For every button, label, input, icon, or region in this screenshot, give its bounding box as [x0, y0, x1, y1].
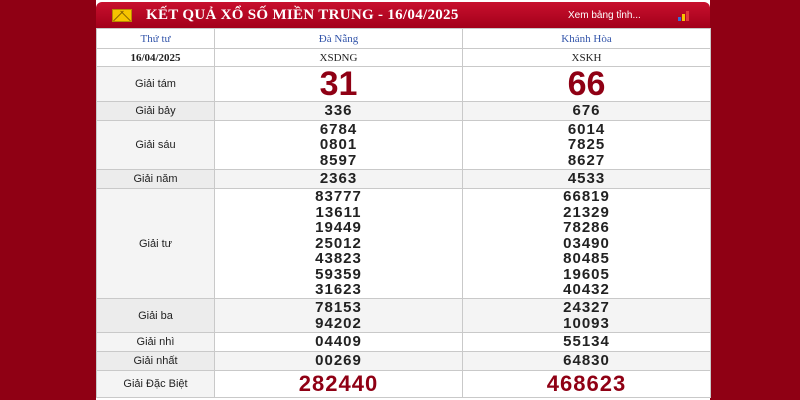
prize-numbers: 04409 — [214, 332, 463, 352]
prize-number: 55134 — [563, 333, 610, 351]
prize-numbers: 676 — [462, 101, 711, 121]
prize-number: 19449 — [315, 219, 362, 237]
view-provinces-link[interactable]: Xem bảng tỉnh... — [568, 10, 641, 21]
prize-label: Giải Đặc Biệt — [96, 370, 215, 398]
prize-row: Giải bảy 336 676 — [96, 101, 711, 121]
prize-number: 10093 — [563, 314, 610, 332]
prize-numbers: 282440 — [214, 370, 463, 398]
prize-number: 78286 — [563, 219, 610, 237]
draw-date: 16/04/2025 — [96, 48, 215, 67]
prize-numbers: 78153 94202 — [214, 298, 463, 333]
prize-row: Giải tám 31 66 — [96, 65, 711, 103]
prize-number: 25012 — [315, 234, 362, 252]
prize-label: Giải nhất — [96, 351, 215, 371]
province-code-khanhhoa: XSKH — [462, 48, 711, 67]
prize-number: 04409 — [315, 333, 362, 351]
prize-number: 40432 — [563, 281, 610, 299]
results-title: KẾT QUẢ XỔ SỐ MIỀN TRUNG - 16/04/2025 — [146, 7, 459, 23]
prize-numbers: 4533 — [462, 169, 711, 189]
prize-numbers: 66819 21329 78286 03490 80485 19605 40432 — [462, 188, 711, 299]
prize-row: Giải nhì 04409 55134 — [96, 332, 711, 352]
prize-numbers: 66 — [462, 65, 711, 103]
prize-label: Giải tư — [96, 188, 215, 299]
prize-number: 24327 — [563, 299, 610, 316]
prize-rows: Giải tám 31 66 Giải bảy 336 676 Giải sáu 6784 08… — [96, 65, 711, 398]
prize-numbers: 24327 10093 — [462, 298, 711, 333]
prize-numbers: 55134 — [462, 332, 711, 352]
prize-number: 336 — [324, 102, 353, 120]
table-header-row: Thứ tư Đà Nẵng Khánh Hòa — [96, 28, 711, 49]
prize-number: 59359 — [315, 265, 362, 283]
prize-row: Giải năm 2363 4533 — [96, 169, 711, 189]
prize-label: Giải sáu — [96, 120, 215, 170]
prize-label: Giải bảy — [96, 101, 215, 121]
prize-number: 676 — [572, 102, 601, 120]
results-table: Thứ tư Đà Nẵng Khánh Hòa 16/04/2025 XSDN… — [96, 28, 711, 398]
prize-number: 2363 — [319, 170, 358, 188]
prize-label: Giải nhì — [96, 332, 215, 352]
prize-row: Giải tư 83777 13611 19449 25012 43823 59359 316… — [96, 188, 711, 299]
prize-row: Giải ba 78153 94202 24327 10093 — [96, 298, 711, 333]
prize-numbers: 336 — [214, 101, 463, 121]
prize-number: 0801 — [319, 136, 358, 154]
prize-label: Giải năm — [96, 169, 215, 189]
prize-row: Giải sáu 6784 0801 8597 6014 7825 8627 — [96, 120, 711, 170]
prize-number: 43823 — [315, 250, 362, 268]
prize-number: 468623 — [546, 371, 627, 396]
prize-number: 7825 — [567, 136, 606, 154]
table-code-row: 16/04/2025 XSDNG XSKH — [96, 48, 711, 67]
prize-label: Giải ba — [96, 298, 215, 333]
weekday-header: Thứ tư — [96, 28, 215, 49]
prize-numbers: 6014 7825 8627 — [462, 120, 711, 170]
prize-number: 8597 — [319, 151, 358, 169]
prize-number: 00269 — [315, 352, 362, 370]
prize-number: 4533 — [567, 170, 606, 188]
prize-number: 03490 — [563, 234, 610, 252]
prize-number: 66 — [567, 65, 606, 103]
prize-number: 80485 — [563, 250, 610, 268]
prize-number: 6014 — [567, 120, 606, 138]
prize-number: 19605 — [563, 265, 610, 283]
chart-icon[interactable] — [678, 11, 692, 21]
prize-number: 78153 — [315, 299, 362, 316]
mail-icon — [112, 9, 132, 22]
prize-numbers: 468623 — [462, 370, 711, 398]
prize-number: 13611 — [315, 203, 362, 221]
prize-number: 6784 — [319, 120, 358, 138]
province-header-khanhhoa[interactable]: Khánh Hòa — [462, 28, 711, 49]
prize-number: 66819 — [563, 188, 610, 206]
prize-numbers: 83777 13611 19449 25012 43823 59359 31623 — [214, 188, 463, 299]
prize-label: Giải tám — [96, 66, 215, 102]
prize-number: 64830 — [563, 352, 610, 370]
prize-number: 282440 — [298, 371, 379, 396]
prize-row: Giải nhất 00269 64830 — [96, 351, 711, 371]
prize-number: 21329 — [563, 203, 610, 221]
prize-numbers: 6784 0801 8597 — [214, 120, 463, 170]
prize-number: 94202 — [315, 314, 362, 332]
prize-numbers: 64830 — [462, 351, 711, 371]
prize-numbers: 00269 — [214, 351, 463, 371]
prize-numbers: 31 — [214, 65, 463, 103]
prize-number: 83777 — [315, 188, 362, 206]
results-header: KẾT QUẢ XỔ SỐ MIỀN TRUNG - 16/04/2025 Xe… — [96, 2, 710, 28]
prize-number: 31623 — [315, 281, 362, 299]
prize-number: 8627 — [567, 151, 606, 169]
prize-number: 31 — [319, 65, 358, 103]
prize-row: Giải Đặc Biệt 282440 468623 — [96, 370, 711, 398]
province-code-danang: XSDNG — [214, 48, 463, 67]
province-header-danang[interactable]: Đà Nẵng — [214, 28, 463, 49]
prize-numbers: 2363 — [214, 169, 463, 189]
